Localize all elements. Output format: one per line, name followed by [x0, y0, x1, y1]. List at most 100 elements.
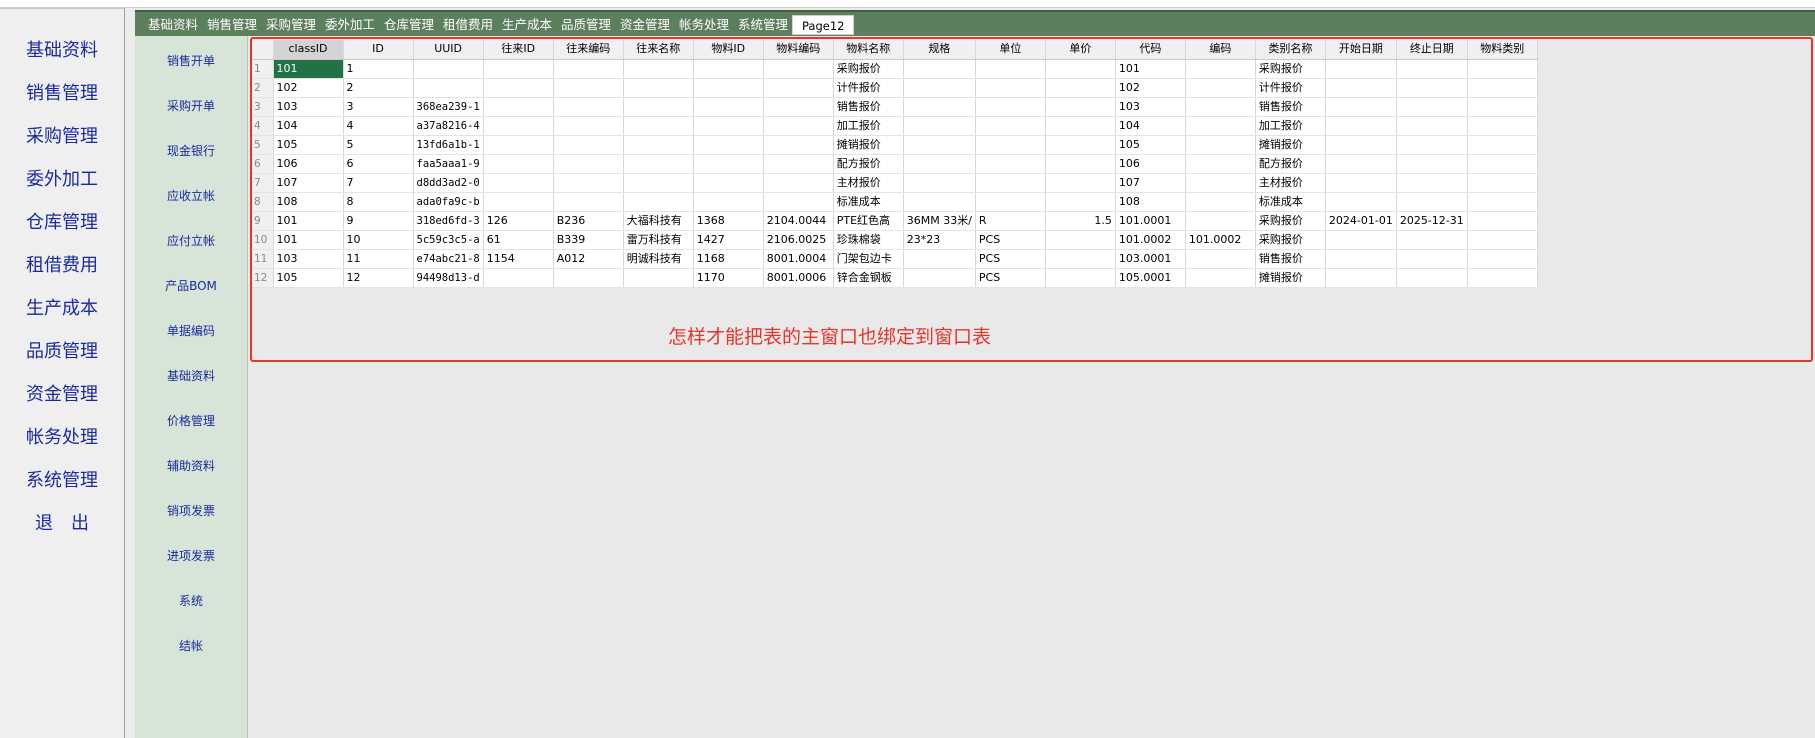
row-number[interactable]: 5: [251, 135, 274, 155]
grid-cell[interactable]: 126: [483, 211, 554, 231]
grid-cell[interactable]: [1045, 116, 1116, 136]
column-header[interactable]: 开始日期: [1325, 40, 1397, 60]
grid-cell[interactable]: [1325, 78, 1397, 98]
grid-cell[interactable]: 2024-01-01: [1325, 211, 1397, 231]
grid-cell[interactable]: 8001.0006: [763, 268, 834, 288]
grid-cell[interactable]: 计件报价: [833, 78, 904, 98]
grid-cell[interactable]: [413, 59, 484, 79]
grid-cell[interactable]: [1185, 249, 1256, 269]
table-row[interactable]: 4 104 4 a37a8216-4 加工报价 104 加工报价: [251, 116, 1538, 136]
grid-cell[interactable]: 配方报价: [1255, 154, 1326, 174]
grid-cell[interactable]: 采购报价: [833, 59, 904, 79]
grid-cell[interactable]: 11: [343, 249, 414, 269]
sub-nav-item-13[interactable]: 系统: [135, 592, 247, 609]
grid-cell[interactable]: 105.0001: [1115, 268, 1186, 288]
grid-cell[interactable]: 配方报价: [833, 154, 904, 174]
grid-cell[interactable]: [1185, 135, 1256, 155]
grid-cell[interactable]: 主材报价: [1255, 173, 1326, 193]
grid-cell[interactable]: [763, 116, 834, 136]
grid-cell[interactable]: [903, 173, 976, 193]
grid-cell[interactable]: PCS: [975, 268, 1046, 288]
grid-cell[interactable]: 销售报价: [833, 97, 904, 117]
row-number[interactable]: 6: [251, 154, 274, 174]
grid-cell[interactable]: 采购报价: [1255, 211, 1326, 231]
grid-cell[interactable]: [1045, 97, 1116, 117]
grid-cell[interactable]: [1185, 59, 1256, 79]
column-header[interactable]: 往来编码: [553, 40, 624, 60]
column-header[interactable]: 物料名称: [833, 40, 904, 60]
grid-cell[interactable]: [975, 59, 1046, 79]
tab-11[interactable]: 系统管理: [738, 15, 788, 35]
grid-cell[interactable]: [975, 173, 1046, 193]
sub-nav-item-11[interactable]: 销项发票: [135, 502, 247, 519]
grid-cell[interactable]: [623, 97, 694, 117]
grid-cell[interactable]: [763, 173, 834, 193]
grid-cell[interactable]: [1396, 78, 1468, 98]
grid-cell[interactable]: PCS: [975, 230, 1046, 250]
grid-cell[interactable]: 103.0001: [1115, 249, 1186, 269]
grid-cell[interactable]: 计件报价: [1255, 78, 1326, 98]
grid-cell[interactable]: 105: [273, 135, 344, 155]
grid-cell[interactable]: 10: [343, 230, 414, 250]
grid-cell[interactable]: 104: [273, 116, 344, 136]
grid-cell[interactable]: 103: [1115, 97, 1186, 117]
grid-cell[interactable]: 雷万科技有: [623, 230, 694, 250]
nav-item-3[interactable]: 采购管理: [0, 125, 124, 149]
grid-cell[interactable]: [1185, 154, 1256, 174]
grid-cell[interactable]: [1467, 78, 1538, 98]
grid-cell[interactable]: [1045, 78, 1116, 98]
grid-cell[interactable]: 12: [343, 268, 414, 288]
grid-cell[interactable]: [623, 135, 694, 155]
grid-cell[interactable]: 108: [1115, 192, 1186, 212]
grid-cell[interactable]: [763, 78, 834, 98]
grid-cell[interactable]: 1170: [693, 268, 764, 288]
grid-cell[interactable]: [1467, 135, 1538, 155]
table-row[interactable]: 5 105 5 13fd6a1b-1 摊销报价 105 摊销报价: [251, 135, 1538, 155]
grid-cell[interactable]: [693, 135, 764, 155]
grid-cell[interactable]: [1396, 173, 1468, 193]
grid-cell[interactable]: [763, 97, 834, 117]
column-header[interactable]: 终止日期: [1396, 40, 1468, 60]
grid-cell[interactable]: PCS: [975, 249, 1046, 269]
grid-cell[interactable]: [1325, 249, 1397, 269]
table-row[interactable]: 12 105 12 94498d13-d 1170 8001.0006 锌合金钢板 PCS 10…: [251, 268, 1538, 288]
grid-cell[interactable]: [1045, 154, 1116, 174]
tab-9[interactable]: 资金管理: [620, 15, 670, 35]
grid-cell[interactable]: [1396, 268, 1468, 288]
sub-nav-item-6[interactable]: 产品BOM: [135, 277, 247, 294]
grid-cell[interactable]: 6: [343, 154, 414, 174]
grid-cell[interactable]: [1396, 230, 1468, 250]
tab-3[interactable]: 采购管理: [266, 15, 316, 35]
grid-cell[interactable]: [623, 154, 694, 174]
grid-cell[interactable]: [1467, 97, 1538, 117]
row-number[interactable]: 1: [251, 59, 274, 79]
grid-cell[interactable]: [1467, 116, 1538, 136]
grid-cell[interactable]: [413, 78, 484, 98]
row-number[interactable]: 11: [251, 249, 274, 269]
table-row[interactable]: 10 101 10 5c59c3c5-a 61 B339 雷万科技有 1427 2106.002…: [251, 230, 1538, 250]
grid-cell[interactable]: 106: [273, 154, 344, 174]
sub-nav-item-3[interactable]: 现金银行: [135, 142, 247, 159]
grid-cell[interactable]: [1396, 249, 1468, 269]
grid-cell[interactable]: [763, 59, 834, 79]
tab-10[interactable]: 帐务处理: [679, 15, 729, 35]
grid-cell[interactable]: 明诚科技有: [623, 249, 694, 269]
grid-cell[interactable]: e74abc21-8: [413, 249, 484, 269]
column-header[interactable]: 往来名称: [623, 40, 694, 60]
tab-1[interactable]: 基础资料: [148, 15, 198, 35]
grid-cell[interactable]: 3: [343, 97, 414, 117]
grid-cell[interactable]: [1185, 268, 1256, 288]
grid-cell[interactable]: ada0fa9c-b: [413, 192, 484, 212]
column-header[interactable]: 编码: [1185, 40, 1256, 60]
grid-cell[interactable]: [1185, 173, 1256, 193]
grid-cell[interactable]: [553, 268, 624, 288]
nav-item-11[interactable]: 系统管理: [0, 469, 124, 493]
grid-cell[interactable]: [1185, 97, 1256, 117]
table-row[interactable]: 1 101 1 采购报价 101 采购报价: [251, 59, 1538, 79]
grid-cell[interactable]: [903, 78, 976, 98]
sub-nav-item-4[interactable]: 应收立帐: [135, 187, 247, 204]
grid-cell[interactable]: [1185, 78, 1256, 98]
nav-item-5[interactable]: 仓库管理: [0, 211, 124, 235]
grid-cell[interactable]: [693, 116, 764, 136]
sub-nav-item-1[interactable]: 销售开单: [135, 52, 247, 69]
